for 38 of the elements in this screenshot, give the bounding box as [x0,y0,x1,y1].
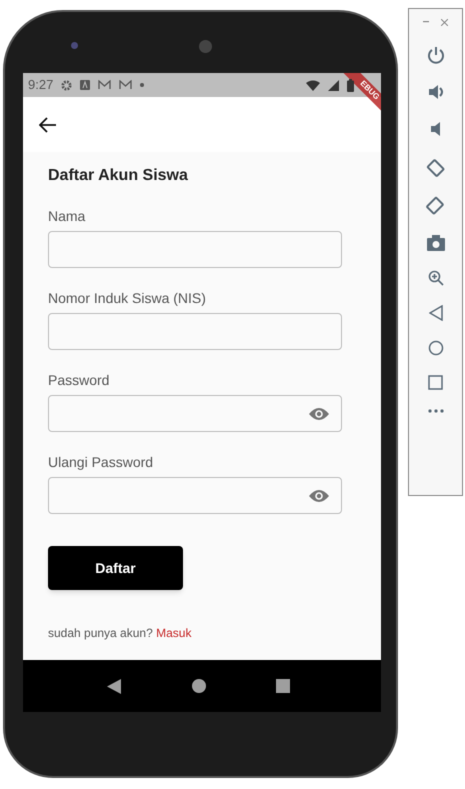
mail-icon [119,80,132,90]
home-circle-icon[interactable] [192,679,206,693]
power-icon[interactable] [426,46,444,64]
field-label: Nomor Induk Siswa (NIS) [48,290,207,307]
front-camera-icon [71,42,78,49]
recents-square-icon[interactable] [428,375,443,390]
close-icon[interactable] [441,18,448,26]
minimize-icon[interactable] [423,21,429,23]
field-label: Nama [48,208,86,225]
wifi-icon [306,80,320,90]
login-link[interactable]: Masuk [156,626,192,640]
letter-box-icon [80,80,90,90]
login-prompt: sudah punya akun? Masuk [48,625,192,642]
field-label: Password [48,372,110,389]
back-arrow-icon [39,116,57,132]
back-button[interactable] [39,114,59,134]
status-time: 9:27 [28,76,54,94]
password-field[interactable] [48,395,342,432]
text-field[interactable] [48,231,342,268]
back-triangle-icon[interactable] [428,305,442,321]
volume-up-icon[interactable] [426,83,444,101]
speaker-icon [199,40,212,53]
zoom-in-icon[interactable] [428,270,444,286]
text-field[interactable] [48,313,342,350]
field-label: Ulangi Password [48,454,154,471]
more-icon[interactable] [428,409,444,413]
home-circle-icon[interactable] [428,340,444,356]
camera-icon[interactable] [426,235,444,251]
signal-icon [328,80,339,90]
register-button[interactable]: Daftar [48,546,183,590]
battery-icon [347,78,354,92]
back-triangle-icon[interactable] [107,678,122,694]
page-title: Daftar Akun Siswa [48,166,189,186]
eye-icon[interactable] [309,488,329,502]
password-field[interactable] [48,477,342,514]
eye-icon[interactable] [309,406,329,420]
mail-icon [98,80,112,90]
dot-icon [140,83,144,87]
